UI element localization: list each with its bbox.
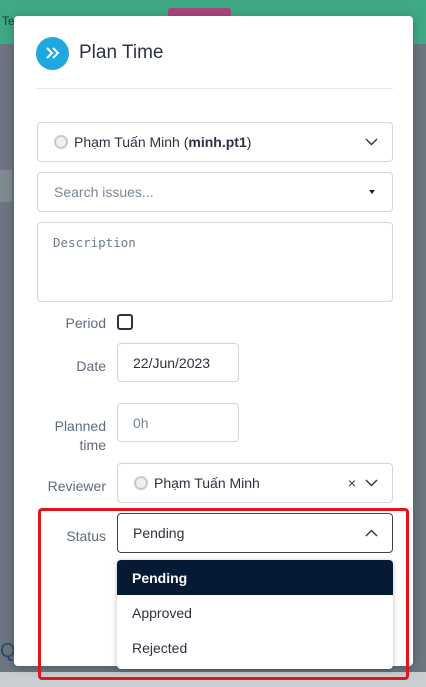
reviewer-label: Reviewer: [47, 478, 106, 494]
planned-time-label-line2: time: [79, 437, 106, 453]
reviewer-name: Phạm Tuấn Minh: [154, 475, 260, 491]
date-value: 22/Jun/2023: [133, 354, 211, 371]
user-name: Phạm Tuấn Minh: [74, 134, 180, 150]
period-checkbox[interactable]: [117, 314, 133, 330]
chevron-down-icon[interactable]: [365, 479, 378, 487]
issue-search-select[interactable]: Search issues...: [37, 172, 393, 212]
user-select-value: Phạm Tuấn Minh (minh.pt1): [74, 134, 252, 150]
header-divider: [36, 88, 393, 89]
caret-down-icon[interactable]: [369, 190, 375, 194]
planned-time-label-line1: Planned: [54, 418, 106, 434]
background-bottom-bar: [0, 672, 426, 687]
chevron-down-icon[interactable]: [365, 138, 378, 146]
issue-search-placeholder: Search issues...: [54, 184, 154, 200]
reviewer-avatar: [134, 476, 148, 490]
date-label: Date: [76, 358, 106, 374]
description-placeholder: Description: [53, 235, 136, 250]
modal-header: Plan Time: [36, 36, 163, 70]
description-textarea[interactable]: Description: [37, 222, 393, 302]
status-value: Pending: [133, 525, 185, 541]
clear-icon[interactable]: ×: [348, 475, 356, 491]
user-avatar: [54, 135, 68, 149]
planned-time-input[interactable]: 0h: [117, 403, 239, 442]
status-option-rejected[interactable]: Rejected: [117, 630, 393, 665]
status-label: Status: [66, 528, 106, 544]
modal-title: Plan Time: [79, 42, 164, 63]
date-input[interactable]: 22/Jun/2023: [117, 343, 239, 382]
period-label: Period: [65, 315, 106, 331]
background-top-text: Te: [2, 14, 15, 28]
status-dropdown: Pending Approved Rejected: [117, 560, 393, 669]
planned-time-label: Planned time: [26, 417, 106, 455]
status-select[interactable]: Pending: [117, 513, 393, 553]
user-username: minh.pt1: [188, 134, 247, 150]
status-option-pending[interactable]: Pending: [117, 560, 393, 595]
background-strip: [0, 170, 12, 202]
user-select[interactable]: Phạm Tuấn Minh (minh.pt1): [37, 122, 393, 162]
chevron-up-icon[interactable]: [365, 529, 378, 537]
status-option-approved[interactable]: Approved: [117, 595, 393, 630]
double-chevron-right-icon: [36, 36, 69, 70]
planned-time-placeholder: 0h: [133, 414, 149, 431]
reviewer-select[interactable]: Phạm Tuấn Minh ×: [117, 463, 393, 503]
plan-time-modal: Plan Time Phạm Tuấn Minh (minh.pt1) Sear…: [14, 16, 413, 669]
